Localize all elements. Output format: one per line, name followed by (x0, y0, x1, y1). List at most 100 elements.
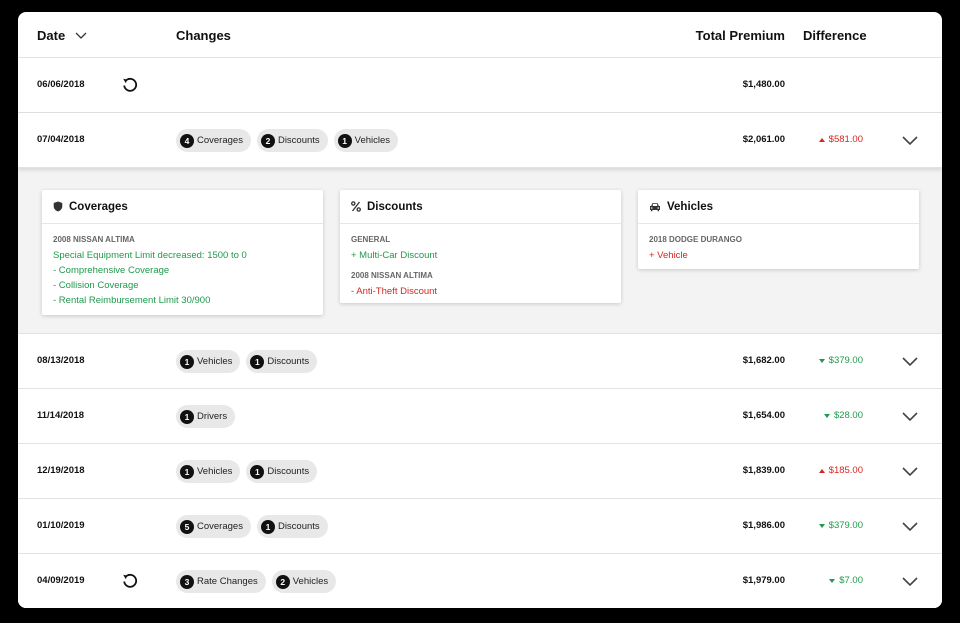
chevron-down-icon[interactable] (901, 355, 919, 367)
chip-count: 1 (180, 409, 194, 424)
discount-group: GENERAL (351, 235, 391, 244)
table-header: Date Changes Total Premium Difference (18, 12, 942, 58)
chevron-down-icon[interactable] (901, 520, 919, 532)
chip-label: Discounts (267, 466, 310, 477)
chip-count: 1 (180, 354, 194, 369)
row-date: 08/13/2018 (37, 355, 85, 366)
chip-label: Coverages (197, 135, 243, 146)
row-date: 01/10/2019 (37, 520, 85, 531)
chip-count: 2 (260, 133, 275, 148)
chip-label: Coverages (197, 521, 243, 532)
chevron-down-icon[interactable] (901, 410, 919, 422)
table-row[interactable]: 06/06/2018 $1,480.00 (18, 58, 942, 113)
chevron-down-icon[interactable] (75, 32, 87, 40)
row-difference: $28.00 (823, 410, 863, 421)
change-chip[interactable]: 2 Discounts (256, 129, 328, 152)
panel-title: Vehicles (638, 190, 919, 224)
table-row[interactable]: 07/04/2018 4 Coverages 2 Discounts 1 Vehicl… (18, 113, 942, 168)
restore-icon[interactable] (121, 76, 139, 94)
chip-count: 1 (260, 519, 275, 534)
change-chip[interactable]: 3 Rate Changes (176, 570, 266, 593)
change-chips: 1 Vehicles 1 Discounts (176, 460, 318, 483)
chevron-down-icon[interactable] (901, 465, 919, 477)
difference-value: $7.00 (839, 575, 863, 586)
vehicles-panel: Vehicles 2018 DODGE DURANGO + Vehicle (638, 190, 919, 269)
chip-label: Vehicles (197, 356, 233, 367)
shield-icon (53, 201, 63, 212)
change-chip[interactable]: 1 Drivers (176, 405, 236, 428)
chip-count: 1 (250, 464, 265, 479)
panel-body: GENERAL + Multi-Car Discount 2008 NISSAN… (340, 224, 621, 307)
difference-column-header: Difference (803, 28, 867, 43)
chevron-down-icon[interactable] (901, 575, 919, 587)
row-difference: $185.00 (818, 465, 863, 476)
increase-arrow-icon (818, 468, 825, 473)
row-date: 12/19/2018 (37, 465, 85, 476)
coverage-change: - Rental Reimbursement Limit 30/900 (53, 295, 211, 306)
change-chip[interactable]: 2 Vehicles (271, 570, 337, 593)
change-chip[interactable]: 5 Coverages (176, 515, 251, 538)
coverage-change: - Comprehensive Coverage (53, 265, 170, 276)
discount-change: + Multi-Car Discount (351, 250, 438, 261)
chip-label: Vehicles (292, 576, 329, 587)
chip-count: 4 (180, 133, 194, 148)
chevron-down-icon[interactable] (901, 134, 919, 146)
row-premium: $1,839.00 (742, 465, 785, 476)
row-date: 07/04/2018 (37, 134, 85, 145)
row-difference: $581.00 (818, 134, 863, 145)
chip-count: 1 (180, 464, 194, 479)
chip-label: Discounts (277, 135, 320, 146)
difference-value: $379.00 (828, 520, 863, 531)
change-chips: 4 Coverages 2 Discounts 1 Vehicles (176, 129, 399, 152)
coverage-change: Special Equipment Limit decreased: 1500 … (53, 250, 247, 261)
chip-label: Vehicles (354, 135, 391, 146)
chip-label: Discounts (277, 521, 320, 532)
panel-title: Coverages (42, 190, 323, 224)
change-chip[interactable]: 1 Discounts (256, 515, 328, 538)
chip-count: 1 (337, 133, 352, 148)
restore-icon[interactable] (121, 572, 139, 590)
decrease-arrow-icon (823, 413, 830, 418)
row-premium: $1,979.00 (742, 575, 785, 586)
decrease-arrow-icon (829, 578, 836, 583)
row-premium: $1,986.00 (742, 520, 785, 531)
expanded-detail: Coverages 2008 NISSAN ALTIMA Special Equ… (18, 168, 942, 334)
change-chip[interactable]: 4 Coverages (176, 129, 251, 152)
table-row[interactable]: 01/10/2019 5 Coverages 1 Discounts $1,986.… (18, 499, 942, 554)
difference-value: $581.00 (828, 134, 863, 145)
vehicle-name: 2008 NISSAN ALTIMA (53, 235, 135, 244)
percent-icon (351, 201, 361, 212)
decrease-arrow-icon (818, 358, 825, 363)
chip-count: 1 (250, 354, 265, 369)
table-row[interactable]: 04/09/2019 3 Rate Changes 2 Vehicles $1,97… (18, 554, 942, 608)
discount-group: 2008 NISSAN ALTIMA (351, 271, 433, 280)
panel-body: 2018 DODGE DURANGO + Vehicle (638, 224, 919, 271)
panel-body: 2008 NISSAN ALTIMA Special Equipment Lim… (42, 224, 323, 316)
date-column-header[interactable]: Date (37, 28, 87, 43)
panel-title: Discounts (340, 190, 621, 224)
row-date: 06/06/2018 (37, 79, 85, 90)
change-chips: 3 Rate Changes 2 Vehicles (176, 570, 337, 593)
vehicle-name: 2018 DODGE DURANGO (649, 235, 742, 244)
table-row[interactable]: 12/19/2018 1 Vehicles 1 Discounts $1,839.0… (18, 444, 942, 499)
change-chips: 5 Coverages 1 Discounts (176, 515, 328, 538)
chip-label: Discounts (267, 356, 310, 367)
change-chip[interactable]: 1 Vehicles (176, 460, 241, 483)
change-chips: 1 Vehicles 1 Discounts (176, 350, 318, 373)
table-row[interactable]: 08/13/2018 1 Vehicles 1 Discounts $1,682.0… (18, 334, 942, 389)
vehicle-change: + Vehicle (649, 250, 688, 261)
change-chip[interactable]: 1 Discounts (246, 350, 318, 373)
table-row[interactable]: 11/14/2018 1 Drivers $1,654.00 $28.00 (18, 389, 942, 444)
change-chip[interactable]: 1 Vehicles (333, 129, 399, 152)
panel-title-label: Vehicles (667, 200, 714, 213)
discount-change: - Anti-Theft Discount (351, 286, 438, 297)
change-chip[interactable]: 1 Discounts (246, 460, 318, 483)
increase-arrow-icon (818, 137, 825, 142)
row-date: 11/14/2018 (37, 410, 85, 421)
change-chip[interactable]: 1 Vehicles (176, 350, 241, 373)
difference-value: $28.00 (833, 410, 863, 421)
row-premium: $1,682.00 (742, 355, 785, 366)
panel-title-label: Coverages (69, 200, 128, 213)
change-chips: 1 Drivers (176, 405, 236, 428)
date-header-label: Date (37, 28, 66, 43)
